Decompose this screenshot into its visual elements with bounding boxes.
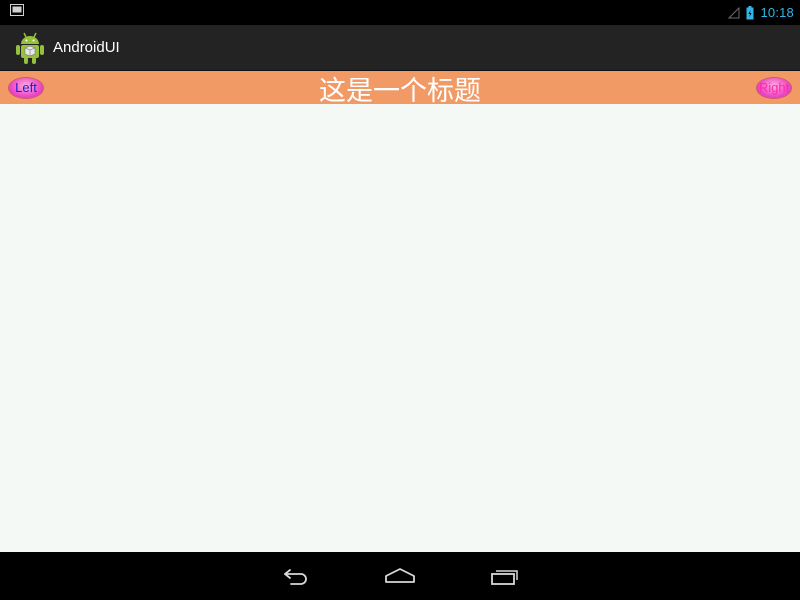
custom-title-bar: Left 这是一个标题 Right: [0, 71, 800, 104]
back-button[interactable]: [276, 562, 316, 590]
navigation-bar: [0, 552, 800, 600]
right-button[interactable]: Right: [757, 78, 791, 98]
content-area: [0, 104, 800, 552]
battery-icon: [746, 5, 754, 19]
signal-icon: [728, 6, 740, 18]
recent-apps-icon: [491, 570, 518, 585]
home-button[interactable]: [380, 562, 420, 590]
action-bar: AndroidUI: [0, 25, 800, 71]
app-title: AndroidUI: [53, 39, 120, 56]
android-screen: 10:18 AndroidUI Left 这是一个标题 Right: [0, 0, 800, 600]
android-robot-icon[interactable]: [14, 31, 46, 65]
right-button-label: Right: [758, 80, 790, 95]
page-title: 这是一个标题: [319, 76, 481, 104]
status-icons: 10:18: [728, 0, 794, 25]
back-icon: [284, 569, 307, 585]
status-clock: 10:18: [760, 5, 794, 20]
home-icon: [385, 568, 415, 583]
status-bar: 10:18: [0, 0, 800, 25]
recent-apps-button[interactable]: [485, 562, 525, 590]
screenshot-icon: [10, 4, 24, 16]
